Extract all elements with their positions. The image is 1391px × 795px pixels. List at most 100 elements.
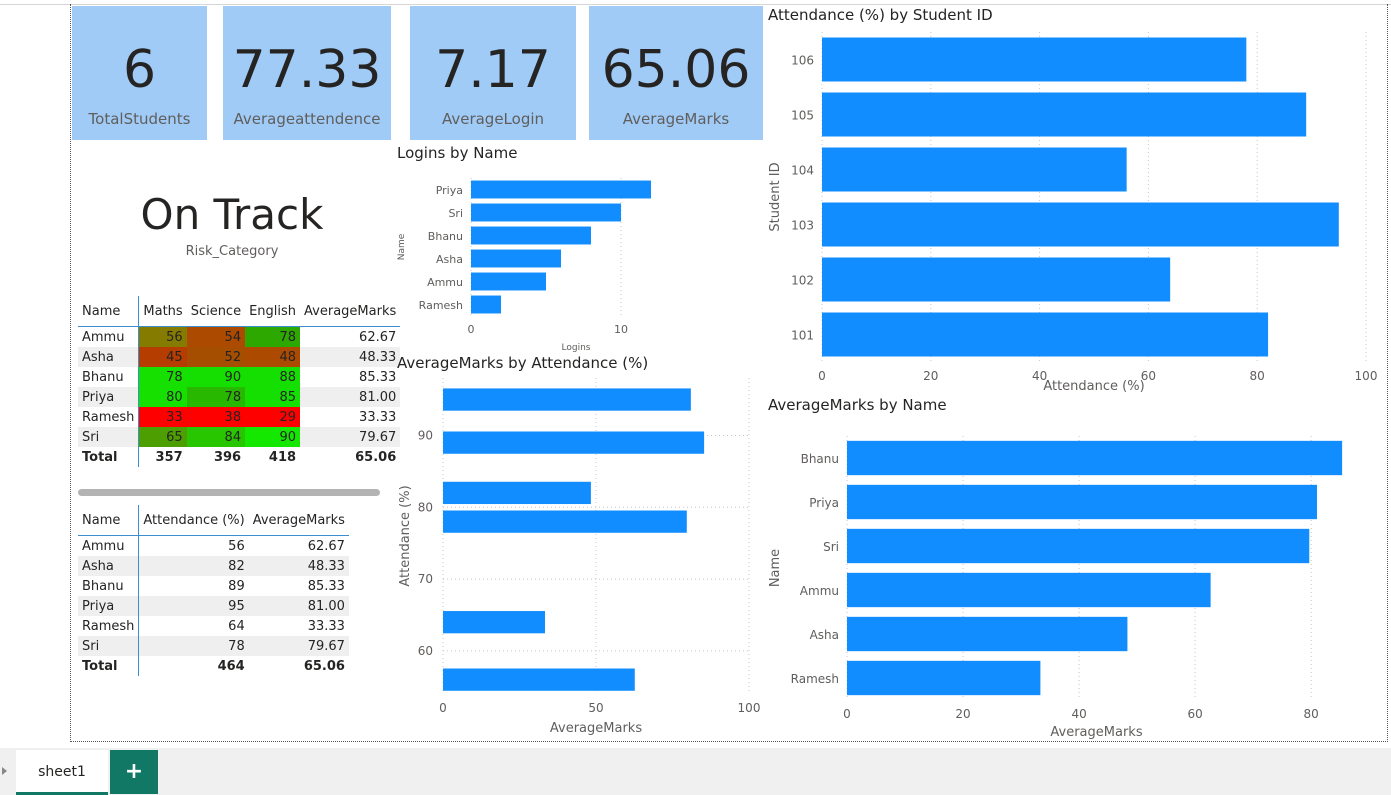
bar-104[interactable] [822,147,1127,192]
x-tick-label: 0 [439,701,447,715]
cell-average-marks: 79.67 [300,427,401,447]
x-tick-label: 60 [1187,707,1202,721]
y-tick-label: Ammu [427,276,463,289]
table-row[interactable]: Sri 78 79.67 [78,636,349,656]
column-header-name[interactable]: Name [78,296,140,327]
add-sheet-button[interactable]: + [110,750,158,794]
bar-106[interactable] [822,37,1247,82]
column-header-science[interactable]: Science [186,296,246,327]
column-header-english[interactable]: English [245,296,301,327]
kpi-label: AverageMarks [622,110,730,128]
kpi-card-average-attendance[interactable]: 77.33 Averageattendence [223,6,391,140]
y-tick-label: 70 [418,572,433,586]
attendance-table[interactable]: Name Attendance (%) AverageMarks Ammu 56 6… [78,505,349,676]
table-row[interactable]: Asha 45 52 48 48.33 [78,347,401,367]
bar-priya[interactable] [847,484,1317,520]
x-tick-label: 20 [955,707,970,721]
bar-ammu[interactable] [471,272,546,291]
cell-average-marks: 85.33 [307,578,345,594]
bar-attendance-82[interactable] [443,481,591,505]
table-row[interactable]: Asha 82 48.33 [78,556,349,576]
table-row[interactable]: Ammu 56 62.67 [78,535,349,556]
bar-102[interactable] [822,257,1171,302]
table-row[interactable]: Priya 95 81.00 [78,596,349,616]
table-row[interactable]: Ammu 56 54 78 62.67 [78,326,400,347]
cell-total-average-marks: 65.06 [355,449,397,465]
cell-science: 84 [186,427,246,447]
column-header-maths[interactable]: Maths [138,296,187,327]
x-axis-title: Logins [562,343,591,353]
column-header-average-marks[interactable]: AverageMarks [300,296,401,327]
bar-asha[interactable] [471,249,561,268]
bar-bhanu[interactable] [847,440,1343,476]
y-tick-label: Sri [823,540,839,554]
y-axis-title: Name [768,549,783,587]
table-row[interactable]: Ramesh 33 38 29 33.33 [78,407,400,427]
cell-english: 85 [245,387,301,407]
x-tick-label: 50 [588,701,603,715]
table-row[interactable]: Bhanu 78 90 88 85.33 [78,367,400,387]
y-axis-title: Student ID [768,162,783,231]
cell-total-attendance: 464 [217,658,245,674]
bar-attendance-78[interactable] [443,510,687,533]
bar-101[interactable] [822,312,1269,357]
marks-by-name-chart[interactable]: 0 20 40 60 80 Bhanu Priya Sri Ammu Asha Ramesh Aver… [766,426,1376,740]
table-row[interactable]: Sri 65 84 90 79.67 [78,427,401,447]
marks-by-attendance-chart[interactable]: 0 50 100 60 70 80 90 AverageMarks Attendance (%) [395,376,765,736]
bar-ramesh[interactable] [847,660,1041,696]
cell-science: 78 [186,387,246,407]
cell-attendance: 78 [138,636,249,656]
bar-103[interactable] [822,202,1339,247]
kpi-label: AverageLogin [441,110,545,128]
cell-average-marks: 81.00 [300,387,401,407]
bar-ammu[interactable] [847,572,1211,608]
x-tick-label: 0 [818,369,826,383]
cell-science: 90 [186,367,246,387]
attendance-by-student-id-chart[interactable]: 0 20 40 60 80 100106105104103102101Attendance… [766,30,1378,394]
kpi-label: Averageattendence [233,110,381,128]
cell-average-marks: 81.00 [248,596,349,616]
cell-total-english: 418 [268,449,297,465]
y-tick-label: Bhanu [801,452,839,466]
kpi-card-average-marks[interactable]: 65.06 AverageMarks [589,6,763,140]
logins-by-name-chart[interactable]: 0 10 Priya Sri Bhanu Asha Ammu Ramesh Logins Name [395,170,695,353]
risk-category-value[interactable]: On Track [84,190,380,239]
x-tick-label: 0 [468,323,475,336]
table-row[interactable]: Ramesh 64 33.33 [78,616,349,636]
cell-average-marks: 48.33 [248,556,349,576]
sheet-tab-sheet1[interactable]: sheet1 [16,750,108,795]
bar-asha[interactable] [847,616,1128,652]
y-tick-label: Priya [436,184,463,197]
column-header-attendance[interactable]: Attendance (%) [138,505,249,536]
column-header-average-marks[interactable]: AverageMarks [248,505,349,536]
x-tick-label: 100 [1355,369,1378,383]
cell-maths: 78 [138,367,187,387]
bar-attendance-89[interactable] [443,431,705,454]
cell-maths: 65 [138,427,187,447]
cell-name: Ammu [78,326,140,347]
kpi-card-average-login[interactable]: 7.17 AverageLogin [410,6,576,140]
kpi-card-total-students[interactable]: 6 TotalStudents [72,6,207,140]
x-tick-label: 10 [614,323,628,336]
table-row[interactable]: Priya 80 78 85 81.00 [78,387,401,407]
cell-total-science: 396 [213,449,242,465]
y-tick-label: Ramesh [791,672,839,686]
table-row[interactable]: Bhanu 89 85.33 [78,576,349,596]
bar-sri[interactable] [847,528,1310,564]
bar-attendance-56[interactable] [443,668,635,691]
tab-scroll-left-icon[interactable] [2,767,7,775]
horizontal-scrollbar[interactable] [78,489,380,496]
kpi-value: 6 [122,40,157,100]
marks-matrix-table[interactable]: Name Maths Science English AverageMarks … [78,296,401,467]
bar-priya[interactable] [471,180,651,199]
bar-sri[interactable] [471,203,621,222]
y-tick-label: 60 [418,644,433,658]
table-header-row: Name Attendance (%) AverageMarks [78,505,349,536]
column-header-name[interactable]: Name [78,505,140,536]
bar-attendance-64[interactable] [443,611,545,634]
bar-ramesh[interactable] [471,295,501,314]
bar-bhanu[interactable] [471,226,591,245]
bar-105[interactable] [822,92,1307,137]
bar-attendance-95[interactable] [443,388,691,411]
cell-name: Asha [78,556,140,576]
